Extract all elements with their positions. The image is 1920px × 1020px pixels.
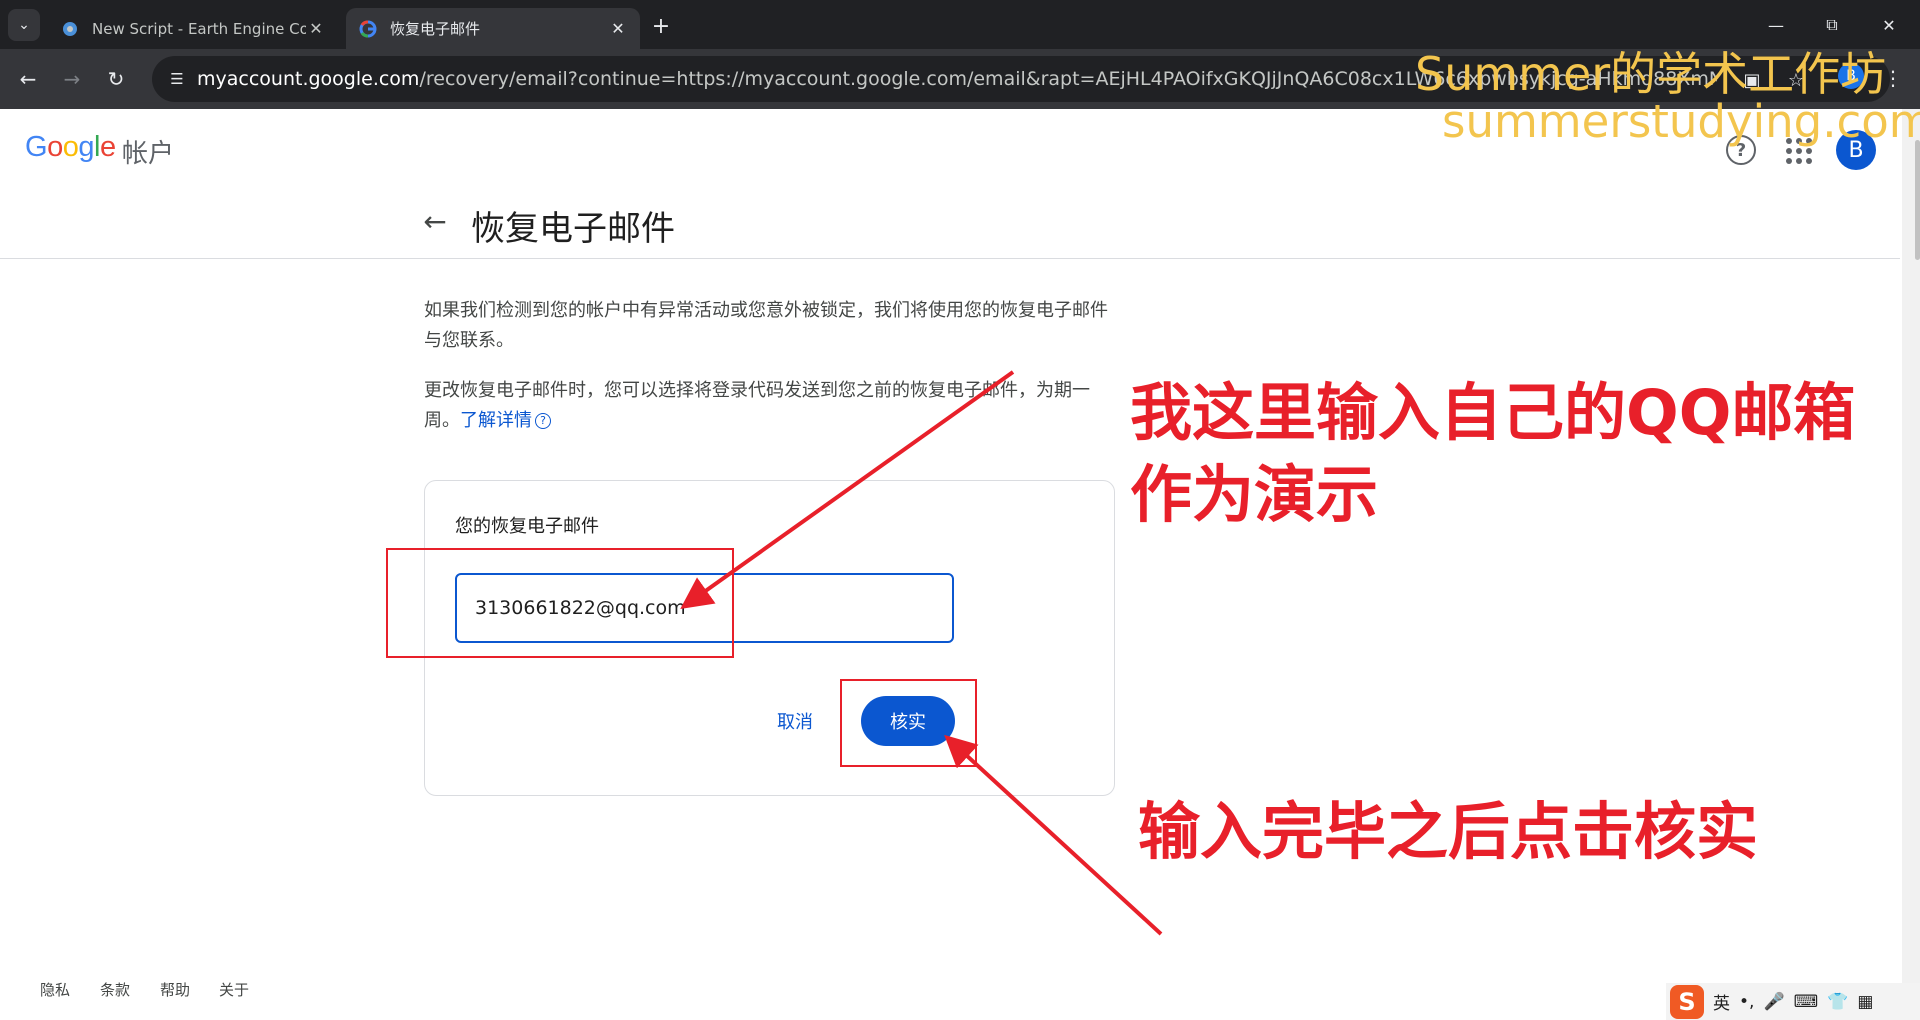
close-icon[interactable]: ✕ [608,19,628,39]
scrollbar-thumb[interactable] [1915,140,1920,260]
sogou-logo-icon[interactable]: S [1670,984,1704,1019]
highlight-box-verify [840,679,977,767]
tab-title: 恢复电子邮件 [390,20,481,38]
site-settings-icon[interactable]: ☰ [166,68,188,90]
annotation-text-verify: 输入完毕之后点击核实 [1138,795,1759,868]
google-icon [358,19,378,39]
change-notice-paragraph: 更改恢复电子邮件时，您可以选择将登录代码发送到您之前的恢复电子邮件，为期一周。了… [424,380,1090,431]
annotation-text-input: 我这里输入自己的QQ邮箱作为演示 [1130,376,1856,531]
window-close-icon[interactable]: ✕ [1872,8,1906,42]
back-icon[interactable]: ← [12,63,44,95]
keyboard-icon[interactable]: ⌨ [1794,992,1819,1012]
ime-punctuation-toggle[interactable]: •, [1739,992,1754,1012]
description-paragraph: 如果我们检测到您的帐户中有异常活动或您意外被锁定，我们将使用您的恢复电子邮件与您… [424,300,1108,351]
reload-icon[interactable]: ↻ [100,63,132,95]
header-divider [0,258,1900,259]
footer-about-link[interactable]: 关于 [219,979,249,1000]
tab-recovery-email[interactable]: 恢复电子邮件 ✕ [346,8,640,49]
microphone-icon[interactable]: 🎤 [1763,992,1784,1012]
help-circle-icon[interactable]: ? [535,413,551,429]
minimize-icon[interactable]: — [1759,8,1793,42]
toolbox-icon[interactable]: ▦ [1857,992,1873,1012]
new-tab-button[interactable]: + [648,13,674,39]
highlight-box-input [386,548,734,658]
forward-icon[interactable]: → [56,63,88,95]
google-logo[interactable]: Google [25,131,116,164]
earth-engine-icon [60,19,80,39]
tab-earth-engine[interactable]: New Script - Earth Engine Co ✕ [48,8,338,49]
footer-terms-link[interactable]: 条款 [100,979,130,1000]
page-title: 恢复电子邮件 [471,209,675,249]
recovery-email-label: 您的恢复电子邮件 [455,516,599,537]
learn-more-link[interactable]: 了解详情 [460,410,532,431]
account-label: 帐户 [122,139,175,169]
skin-icon[interactable]: 👕 [1827,992,1848,1012]
tab-search-button[interactable]: ⌄ [8,9,40,41]
tab-title: New Script - Earth Engine Co [92,19,306,38]
chevron-down-icon: ⌄ [18,17,30,33]
footer-privacy-link[interactable]: 隐私 [40,979,70,1000]
ime-language-toggle[interactable]: 英 [1713,989,1730,1014]
cancel-button[interactable]: 取消 [765,701,825,741]
watermark-url: summerstudying.com [1442,95,1920,148]
ime-toolbar: S 英 •, 🎤 ⌨ 👕 ▦ [1666,983,1920,1020]
footer-help-link[interactable]: 帮助 [160,979,190,1000]
back-arrow-icon[interactable]: ← [419,205,451,238]
restore-icon[interactable]: ⧉ [1815,8,1849,42]
close-icon[interactable]: ✕ [306,19,326,39]
account-page: Google 帐户 ? B ← 恢复电子邮件 如果我们检测到您的帐户中有异常活动… [0,109,1920,1020]
